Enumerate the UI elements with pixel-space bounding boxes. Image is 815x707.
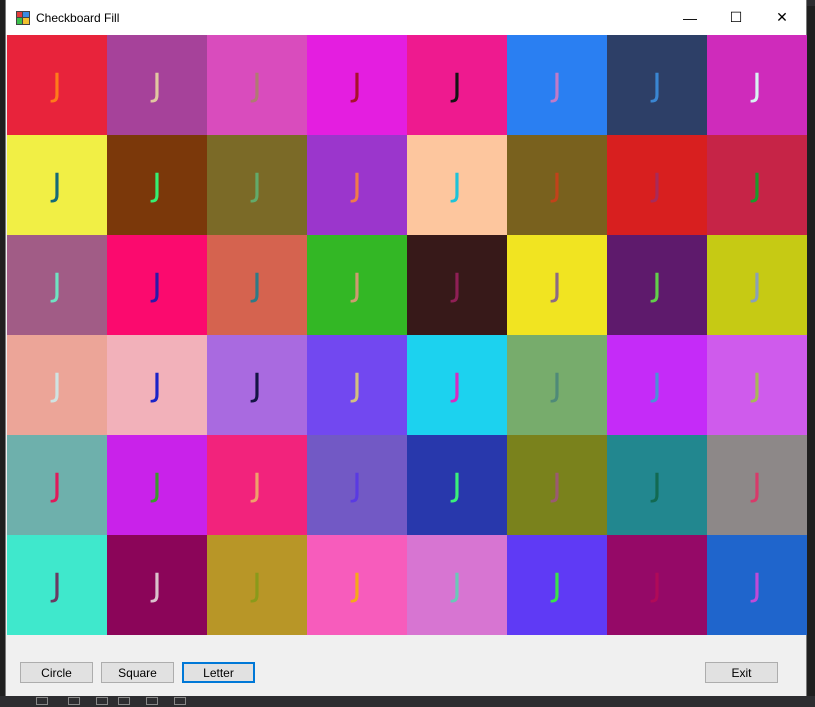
grid-cell: J [607,135,707,235]
grid-cell: J [507,435,607,535]
grid-cell: J [207,35,307,135]
grid-cell: J [107,235,207,335]
grid-cell: J [307,435,407,535]
minimize-button[interactable]: — [667,0,713,35]
grid-cell: J [207,235,307,335]
grid-cell: J [207,435,307,535]
grid-cell: J [7,235,107,335]
title-bar[interactable]: Checkboard Fill — ☐ ✕ [6,0,806,35]
close-button[interactable]: ✕ [759,0,805,35]
grid-cell: J [507,35,607,135]
toolbar-icon [36,697,48,705]
minimize-icon: — [683,9,697,26]
grid-cell: J [107,435,207,535]
grid-cell: J [707,335,807,435]
taskbar-strip [0,696,815,707]
grid-cell: J [207,535,307,635]
grid-cell: J [107,335,207,435]
grid-cell: J [607,35,707,135]
grid-cell: J [7,135,107,235]
grid-cell: J [307,235,407,335]
grid-cell: J [607,235,707,335]
grid-cell: J [407,435,507,535]
grid-cell: J [207,135,307,235]
app-icon [16,11,30,25]
letter-button[interactable]: Letter [182,662,255,683]
grid-cell: J [307,535,407,635]
grid-cell: J [307,135,407,235]
grid-cell: J [507,535,607,635]
grid-cell: J [107,135,207,235]
app-window: Checkboard Fill — ☐ ✕ JJJJJJJJJJJJJJJJJJ… [6,0,807,696]
grid-cell: J [607,535,707,635]
grid-cell: J [107,535,207,635]
grid-cell: J [407,335,507,435]
grid-cell: J [607,435,707,535]
grid-cell: J [407,535,507,635]
checkerboard-grid: JJJJJJJJJJJJJJJJJJJJJJJJJJJJJJJJJJJJJJJJ… [7,35,807,635]
circle-button[interactable]: Circle [20,662,93,683]
grid-cell: J [507,335,607,435]
grid-cell: J [407,235,507,335]
close-icon: ✕ [776,9,788,25]
square-button[interactable]: Square [101,662,174,683]
toolbar-icon [68,697,80,705]
exit-button[interactable]: Exit [705,662,778,683]
grid-cell: J [607,335,707,435]
maximize-button[interactable]: ☐ [713,0,759,35]
grid-cell: J [707,535,807,635]
grid-cell: J [707,35,807,135]
grid-cell: J [407,135,507,235]
toolbar-icon [96,697,108,705]
grid-cell: J [307,35,407,135]
grid-cell: J [7,335,107,435]
grid-cell: J [507,135,607,235]
toolbar-icon [174,697,186,705]
grid-cell: J [707,435,807,535]
grid-cell: J [107,35,207,135]
grid-cell: J [407,35,507,135]
grid-cell: J [7,35,107,135]
toolbar-icon [146,697,158,705]
grid-cell: J [7,435,107,535]
toolbar-icon [118,697,130,705]
grid-cell: J [707,235,807,335]
grid-cell: J [7,535,107,635]
grid-cell: J [707,135,807,235]
grid-cell: J [307,335,407,435]
window-title: Checkboard Fill [36,11,120,25]
grid-cell: J [207,335,307,435]
maximize-icon: ☐ [729,9,743,25]
grid-cell: J [507,235,607,335]
